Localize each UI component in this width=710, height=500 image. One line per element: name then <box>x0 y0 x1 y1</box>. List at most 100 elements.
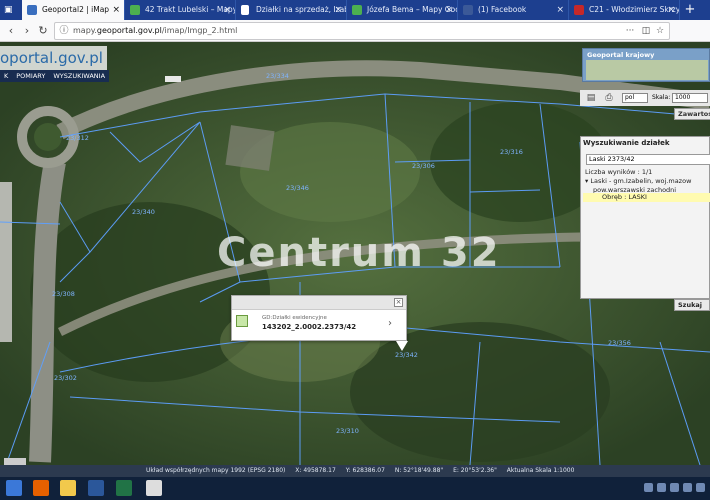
start-icon[interactable] <box>6 480 22 496</box>
tab-title: (1) Facebook <box>478 5 527 14</box>
new-tab-button[interactable]: + <box>680 0 700 20</box>
windows-taskbar <box>0 477 710 500</box>
facebook-icon <box>463 5 473 15</box>
bookmark-star-icon[interactable]: ☆ <box>653 24 667 38</box>
tab-close-icon[interactable]: × <box>112 0 120 20</box>
scale-input[interactable]: 1000 <box>672 93 708 103</box>
url-text: mapy.geoportal.gov.pl/imap/Imgp_2.html <box>73 23 237 39</box>
speaker-icon[interactable] <box>683 483 692 492</box>
tab-close-icon[interactable]: × <box>445 0 453 20</box>
menu-item[interactable]: K <box>0 70 12 82</box>
feature-info-popup: × GD:Działki ewidencyjne 143202_2.0002.2… <box>231 295 407 341</box>
pocket-icon[interactable]: ◫ <box>639 24 653 38</box>
chevron-right-icon[interactable]: › <box>388 318 392 329</box>
window-menu-icon[interactable]: ▣ <box>4 4 16 16</box>
coord-y: Y: 628386.07 <box>345 467 385 474</box>
tab-title: Józefa Bema – Mapy Goo <box>367 5 458 14</box>
results-count: Liczba wyników : 1/1 <box>585 168 653 176</box>
url-prefix: mapy. <box>73 26 97 35</box>
maps-tab-icon <box>130 5 140 15</box>
parcel-number-label: 23/302 <box>54 374 77 382</box>
system-tray <box>644 483 706 493</box>
popup-header: × <box>232 296 406 310</box>
popup-pointer <box>396 341 408 351</box>
tab-close-icon[interactable]: × <box>334 0 342 20</box>
map-toolbar: ▤ ⎙ pol Skala: 1000 <box>580 90 710 106</box>
url-path: /imap/Imgp_2.html <box>161 26 238 35</box>
result-obreb[interactable]: Obręb : LASKI <box>583 193 710 202</box>
layer-icon <box>236 315 248 327</box>
parcel-number-label: 23/310 <box>336 427 359 435</box>
network-icon[interactable] <box>657 483 666 492</box>
print-icon[interactable]: ⎙ <box>602 91 616 105</box>
tab-c21[interactable]: C21 - Włodzimierz Skrzy × <box>569 0 680 20</box>
scale-bar <box>4 458 26 465</box>
geoportal-tab-icon <box>27 5 37 15</box>
result-location: Laski - gm.Izabelin, woj.mazow <box>590 177 692 185</box>
tab-title: 42 Trakt Lubelski – Mapy Go <box>145 5 236 14</box>
parcel-search-panel: Wyszukiwanie działek Laski 2373/42 Liczb… <box>580 136 710 299</box>
car <box>165 76 181 82</box>
parcel-number-label: 23/342 <box>395 351 418 359</box>
word-icon[interactable] <box>88 480 104 496</box>
c21-tab-icon <box>574 5 584 15</box>
parcel-number-label: 23/312 <box>66 134 89 142</box>
status-bar: Układ współrzędnych mapy 1992 (EPSG 2180… <box>0 465 710 477</box>
content-tab[interactable]: Zawartoś <box>674 108 710 120</box>
watermark: Centrum 32 <box>217 230 501 276</box>
search-panel-title: Wyszukiwanie działek <box>583 139 670 147</box>
parcel-number-label: 23/308 <box>52 290 75 298</box>
menu-item-wyszukiwania[interactable]: WYSZUKIWANIA <box>49 70 109 82</box>
coord-x: X: 495878.17 <box>295 467 336 474</box>
overview-map-title: Geoportal krajowy <box>587 51 655 59</box>
coord-n: N: 52°18'49.88" <box>394 467 444 474</box>
tab-google-maps-bema[interactable]: Józefa Bema – Mapy Goo × <box>347 0 458 20</box>
tab-geoportal[interactable]: Geoportal2 | iMap × <box>22 0 125 20</box>
parcel-number-label: 23/316 <box>500 148 523 156</box>
popup-layer-name: GD:Działki ewidencyjne <box>262 315 327 321</box>
parcel-number-label: 23/306 <box>412 162 435 170</box>
tab-close-icon[interactable]: × <box>556 0 564 20</box>
parcel-number-label: 23/356 <box>608 339 631 347</box>
notifications-icon[interactable] <box>696 483 705 492</box>
navigation-bar: ‹ › ↻ ⓘ mapy.geoportal.gov.pl/imap/Imgp_… <box>0 20 710 42</box>
tab-facebook[interactable]: (1) Facebook × <box>458 0 569 20</box>
tab-close-icon[interactable]: × <box>667 0 675 20</box>
firefox-icon[interactable] <box>33 480 49 496</box>
info-icon[interactable]: ⓘ <box>57 24 71 38</box>
page-actions-icon[interactable]: ··· <box>623 24 637 38</box>
overview-map-thumbnail[interactable] <box>586 60 708 80</box>
photos-icon[interactable] <box>146 480 162 496</box>
parcel-search-input[interactable]: Laski 2373/42 <box>586 154 710 165</box>
tab-google-maps-trakt[interactable]: 42 Trakt Lubelski – Mapy Go × <box>125 0 236 20</box>
tab-close-icon[interactable]: × <box>223 0 231 20</box>
forward-icon[interactable]: › <box>20 24 34 38</box>
menu-item-pomiary[interactable]: POMIARY <box>12 70 49 82</box>
main-menu: K POMIARY WYSZUKIWANIA <box>0 70 110 82</box>
file-explorer-icon[interactable] <box>60 480 76 496</box>
geoportal-logo[interactable]: oportal.gov.pl <box>0 46 107 70</box>
language-select[interactable]: pol <box>622 93 648 103</box>
result-item[interactable]: ▾ Laski - gm.Izabelin, woj.mazow <box>585 177 691 186</box>
excel-icon[interactable] <box>116 480 132 496</box>
url-bar[interactable]: ⓘ mapy.geoportal.gov.pl/imap/Imgp_2.html… <box>54 22 670 40</box>
tab-dzialki[interactable]: Działki na sprzedaż, Izabelin × <box>236 0 347 20</box>
otodom-tab-icon <box>241 5 249 15</box>
url-domain: geoportal.gov.pl <box>96 26 162 35</box>
overview-map[interactable]: Geoportal krajowy <box>582 48 710 82</box>
cloud-icon[interactable] <box>644 483 653 492</box>
search-button[interactable]: Szukaj <box>674 299 710 311</box>
legend-icon[interactable]: ▤ <box>584 91 598 105</box>
battery-icon[interactable] <box>670 483 679 492</box>
search-results: Liczba wyników : 1/1 ▾ Laski - gm.Izabel… <box>585 168 691 195</box>
building <box>0 182 12 342</box>
logo-text: oportal <box>0 49 54 67</box>
reload-icon[interactable]: ↻ <box>36 24 50 38</box>
crs-text: Układ współrzędnych mapy 1992 (EPSG 2180… <box>146 467 286 474</box>
back-icon[interactable]: ‹ <box>4 24 18 38</box>
parcel-id[interactable]: 143202_2.0002.2373/42 <box>262 323 356 331</box>
ruin-structure <box>225 125 275 171</box>
close-icon[interactable]: × <box>394 298 403 307</box>
parcel-number-label: 23/340 <box>132 208 155 216</box>
roundabout-center <box>34 123 62 151</box>
